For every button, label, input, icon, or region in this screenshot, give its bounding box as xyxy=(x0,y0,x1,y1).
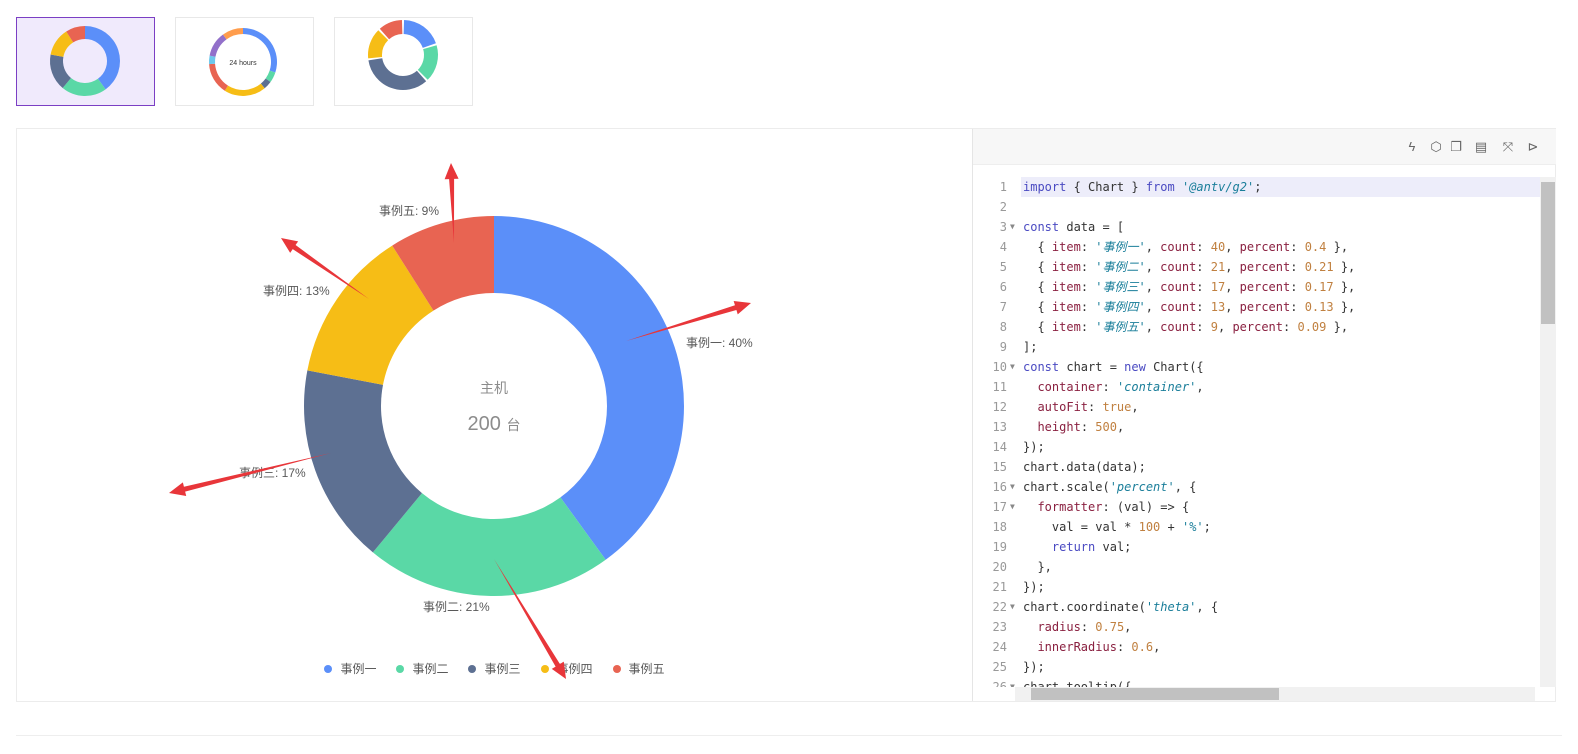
code-line: 18 val = val * 100 + '%'; xyxy=(992,520,1211,534)
legend-item[interactable]: 事例五 xyxy=(612,660,665,677)
editor-toolbar: ϟ ⬡ ❐ ▤ ⤧ ⊳ xyxy=(973,129,1556,165)
code-line: 23 radius: 0.75, xyxy=(992,620,1132,634)
horizontal-scrollbar[interactable] xyxy=(1015,687,1535,701)
demo-panel: 事例一: 40% 事例二: 21% 事例三: 17% 事例四: 13% 事例五: 9% … xyxy=(16,128,1556,702)
legend: 事例一 事例二 事例三 事例四 事例五 xyxy=(17,660,972,677)
code-line: 26 ▼ chart.tooltip({ xyxy=(992,680,1132,687)
code-line: 2 xyxy=(999,200,1007,214)
code-line: 19 return val; xyxy=(992,540,1132,554)
legend-marker xyxy=(324,664,333,673)
legend-item[interactable]: 事例四 xyxy=(540,660,593,677)
code-line: 20 }, xyxy=(992,560,1052,574)
lightning-icon[interactable]: ϟ xyxy=(1404,139,1420,155)
thumb-slice xyxy=(224,83,265,96)
vertical-scroll-thumb[interactable] xyxy=(1541,182,1555,324)
code-line: 3 ▼ const data = [ xyxy=(999,220,1125,234)
center-number: 200 xyxy=(467,413,501,435)
thumb-center-text: 24 hours xyxy=(229,60,257,67)
divider xyxy=(16,735,1562,736)
thumb-slice xyxy=(209,34,227,57)
code-line: 4 { item: '事例一', count: 40, percent: 0.4… xyxy=(999,240,1349,254)
code-line: 8 { item: '事例五', count: 9, percent: 0.09… xyxy=(999,320,1349,334)
thumb-slice xyxy=(62,77,106,97)
play-icon[interactable]: ⊳ xyxy=(1525,139,1541,155)
code-line: 15 chart.data(data); xyxy=(992,460,1146,474)
thumb-slice xyxy=(209,55,216,65)
legend-marker xyxy=(540,664,549,673)
copy-icon[interactable]: ❐ xyxy=(1448,139,1464,155)
legend-label: 事例四 xyxy=(556,662,593,676)
slice-label: 事例二: 21% xyxy=(423,600,490,614)
slice-label: 事例五: 9% xyxy=(379,204,440,218)
code-line: 24 innerRadius: 0.6, xyxy=(992,640,1161,654)
horizontal-scroll-thumb[interactable] xyxy=(1031,688,1279,700)
legend-item[interactable]: 事例三 xyxy=(468,660,521,677)
code-line: 11 container: 'container', xyxy=(992,380,1204,394)
code-line: 14}); xyxy=(992,440,1045,454)
html-icon[interactable]: ▤ xyxy=(1473,139,1489,155)
thumb-slice xyxy=(417,45,438,80)
legend-marker xyxy=(612,664,621,673)
center-title: 主机 xyxy=(480,380,508,396)
legend-label: 事例五 xyxy=(628,662,665,676)
code-line: 1 import { Chart } from '@antv/g2'; xyxy=(973,177,1541,197)
thumb-slice xyxy=(85,26,121,90)
thumbnail-donut-center[interactable] xyxy=(16,17,155,106)
slice-label: 事例四: 13% xyxy=(263,284,330,298)
code-line: 25}); xyxy=(992,660,1045,674)
chart-area: 事例一: 40% 事例二: 21% 事例三: 17% 事例四: 13% 事例五: 9% … xyxy=(17,129,972,701)
code-editor-panel: ϟ ⬡ ❐ ▤ ⤧ ⊳ 1 import { Chart } from '@ant… xyxy=(972,129,1556,701)
code-line: 12 autoFit: true, xyxy=(992,400,1139,414)
legend-marker xyxy=(396,664,405,673)
legend-item[interactable]: 事例一 xyxy=(324,660,376,677)
codesandbox-icon[interactable]: ⬡ xyxy=(1428,139,1444,155)
center-unit: 台 xyxy=(506,417,521,433)
code-line: 7 { item: '事例四', count: 13, percent: 0.1… xyxy=(999,300,1356,314)
fullscreen-icon[interactable]: ⤧ xyxy=(1500,139,1516,155)
thumb-slice xyxy=(223,28,243,40)
thumbnail-spaced-donut[interactable] xyxy=(334,17,473,106)
legend-label: 事例一 xyxy=(340,662,377,676)
thumb-slice xyxy=(368,58,427,90)
code-line: 6 { item: '事例三', count: 17, percent: 0.1… xyxy=(999,280,1356,294)
code-line: 17 ▼ formatter: (val) => { xyxy=(992,500,1190,514)
legend-item[interactable]: 事例二 xyxy=(396,660,448,677)
thumb-slice xyxy=(403,20,436,48)
code-line: 21}); xyxy=(992,580,1045,594)
legend-label: 事例二 xyxy=(412,662,449,676)
slice-label: 事例一: 40% xyxy=(686,336,753,350)
code-line: 5 { item: '事例二', count: 21, percent: 0.2… xyxy=(999,260,1356,274)
code-line: 10 ▼ const chart = new Chart({ xyxy=(992,360,1204,374)
code-line: 22 ▼ chart.coordinate('theta', { xyxy=(992,600,1219,614)
vertical-scrollbar[interactable] xyxy=(1540,177,1556,687)
thumbnail-24-hours[interactable]: 24 hours xyxy=(175,17,314,106)
code-line: 13 height: 500, xyxy=(992,420,1125,434)
code-editor[interactable]: 1 import { Chart } from '@antv/g2'; 2 3 ▼ con… xyxy=(973,177,1541,687)
legend-marker xyxy=(468,664,477,673)
slice-label: 事例三: 17% xyxy=(239,466,306,480)
legend-label: 事例三 xyxy=(484,662,521,676)
code-line: 9]; xyxy=(999,340,1038,354)
center-value: 200 台 xyxy=(444,413,544,436)
thumb-slice xyxy=(209,63,228,91)
code-line: 16 ▼ chart.scale('percent', { xyxy=(992,480,1197,494)
